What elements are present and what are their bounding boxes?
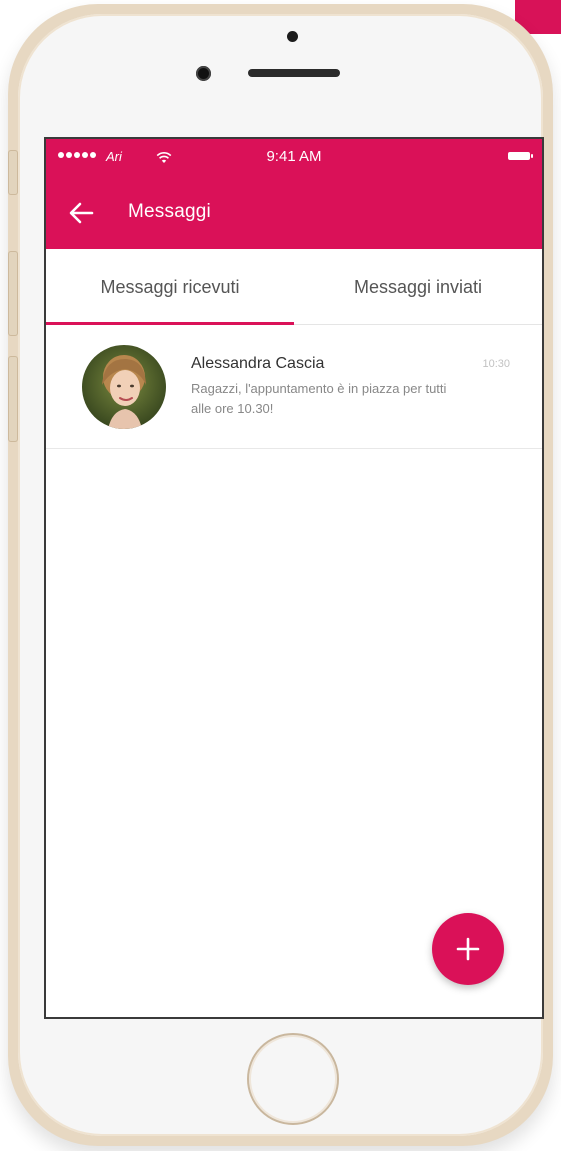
- tab-sent[interactable]: Messaggi inviati: [294, 249, 542, 325]
- page-title: Messaggi: [128, 201, 211, 222]
- arrow-left-icon: [69, 202, 94, 224]
- proximity-sensor: [287, 31, 298, 42]
- volume-up-button: [8, 251, 18, 336]
- app-bar: Messaggi: [46, 177, 542, 249]
- back-button[interactable]: [64, 200, 98, 226]
- battery-icon: [508, 152, 533, 160]
- phone-screen: Ari 9:41 AM Messaggi Messaggi ricevuti M…: [44, 137, 544, 1019]
- message-sender: Alessandra Cascia: [191, 355, 325, 372]
- screenshot-stage: Ari 9:41 AM Messaggi Messaggi ricevuti M…: [0, 0, 561, 1151]
- status-time: 9:41 AM: [266, 148, 322, 165]
- message-time: 10:30: [482, 358, 510, 370]
- front-camera: [196, 66, 211, 81]
- message-list-item[interactable]: Alessandra Cascia Ragazzi, l'appuntament…: [46, 325, 542, 449]
- status-bar: Ari 9:41 AM: [46, 139, 542, 177]
- earpiece-speaker: [248, 69, 340, 77]
- message-preview: Ragazzi, l'appuntamento è in piazza per …: [191, 381, 447, 416]
- avatar-image: [82, 345, 166, 429]
- tab-bar: Messaggi ricevuti Messaggi inviati: [46, 249, 542, 325]
- new-message-button[interactable]: [432, 913, 504, 985]
- avatar: [82, 345, 166, 429]
- tab-received[interactable]: Messaggi ricevuti: [46, 249, 294, 325]
- volume-down-button: [8, 356, 18, 442]
- plus-icon: [456, 937, 480, 961]
- mute-switch: [8, 150, 18, 195]
- home-button[interactable]: [247, 1033, 339, 1125]
